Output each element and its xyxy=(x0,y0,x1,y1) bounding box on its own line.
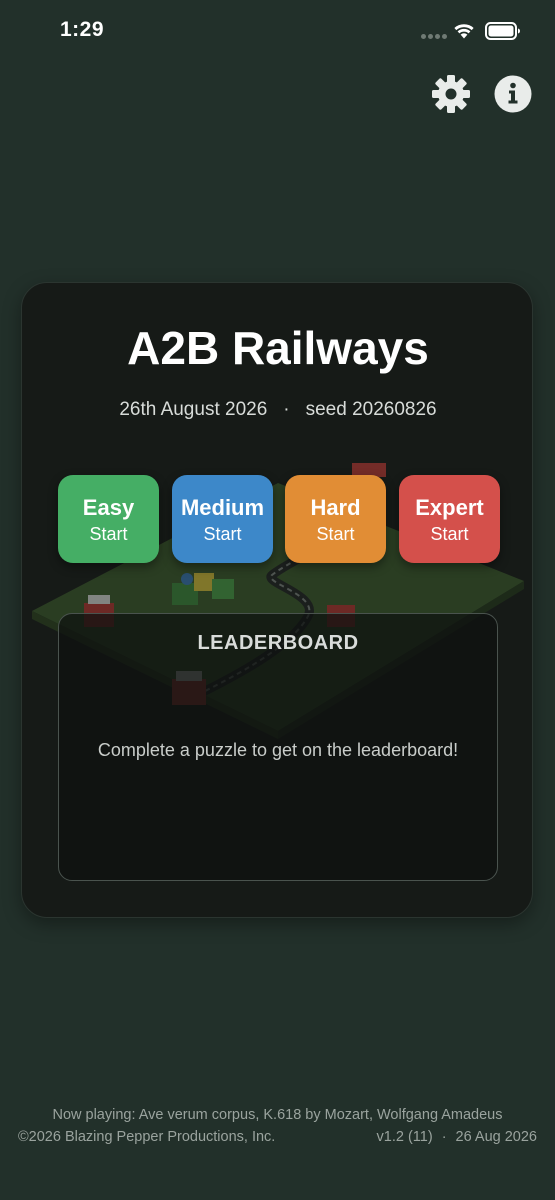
difficulty-label: Expert xyxy=(415,495,484,520)
wifi-icon xyxy=(454,24,474,39)
cellular-signal-icon xyxy=(421,34,447,40)
start-label: Start xyxy=(316,524,355,544)
info-button[interactable] xyxy=(493,74,533,114)
leaderboard-empty-message: Complete a puzzle to get on the leaderbo… xyxy=(97,740,459,760)
settings-button[interactable] xyxy=(430,73,472,115)
now-playing-text: Now playing: Ave verum corpus, K.618 by … xyxy=(52,1107,503,1123)
daily-puzzle-card: A2B Railways 26th August 2026 · seed 20260… xyxy=(21,282,533,918)
info-icon xyxy=(494,75,532,113)
copyright-text: ©2026 Blazing Pepper Productions, Inc. xyxy=(18,1129,276,1145)
leaderboard-panel: LEADERBOARD Complete a puzzle to get on … xyxy=(58,613,498,881)
medium-start-button[interactable]: Medium Start xyxy=(172,475,273,563)
difficulty-label: Medium xyxy=(180,495,265,520)
build-date: 26 Aug 2026 xyxy=(455,1129,537,1145)
status-bar: 1:29 xyxy=(0,0,555,64)
version-info: v1.2 (11) · 26 Aug 2026 xyxy=(377,1129,537,1145)
start-label: Start xyxy=(89,524,128,544)
difficulty-label: Hard xyxy=(310,495,361,520)
version-number: v1.2 (11) xyxy=(376,1129,433,1145)
status-time: 1:29 xyxy=(60,18,105,41)
leaderboard-title: LEADERBOARD xyxy=(197,632,359,654)
easy-start-button[interactable]: Easy Start xyxy=(58,475,159,563)
start-label: Start xyxy=(203,524,242,544)
app-title: A2B Railways xyxy=(127,322,429,374)
expert-start-button[interactable]: Expert Start xyxy=(399,475,500,563)
separator-dot: · xyxy=(283,399,290,420)
battery-icon xyxy=(485,22,520,40)
puzzle-date: 26th August 2026 xyxy=(119,399,268,420)
separator-dot: · xyxy=(441,1129,447,1145)
gear-icon xyxy=(432,75,470,113)
hard-start-button[interactable]: Hard Start xyxy=(285,475,386,563)
difficulty-label: Easy xyxy=(82,495,135,520)
puzzle-seed: seed 20260826 xyxy=(305,399,437,420)
start-label: Start xyxy=(430,524,469,544)
puzzle-subtitle: 26th August 2026 · seed 20260826 xyxy=(22,399,532,421)
